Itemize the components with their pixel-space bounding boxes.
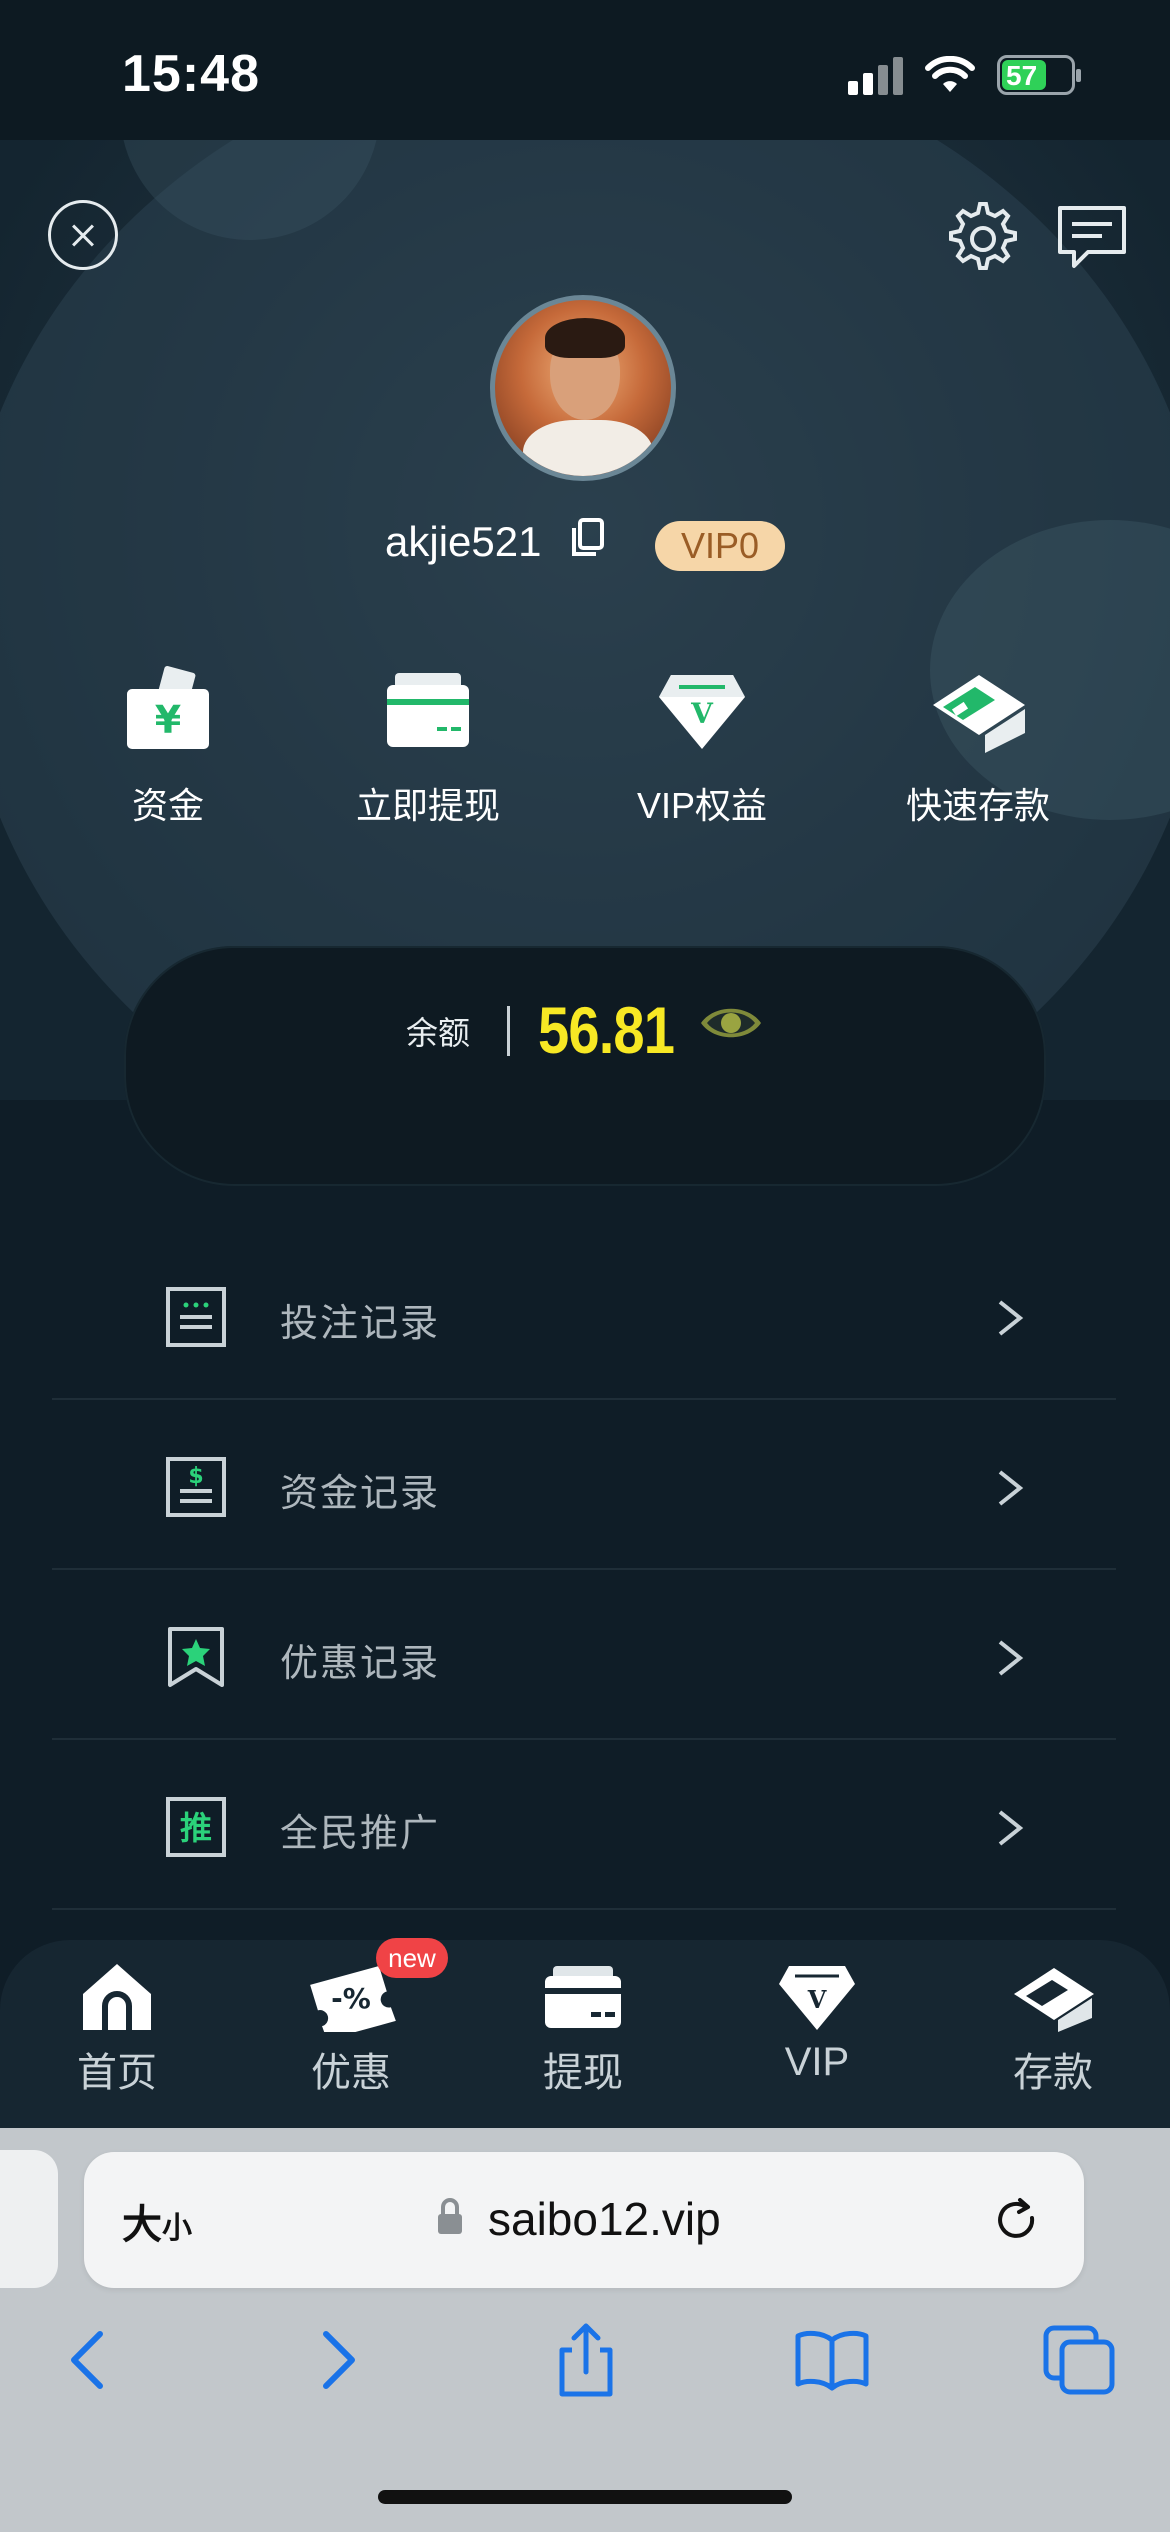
menu-item-label: 投注记录 — [280, 1303, 441, 1345]
promote-icon-text: 推 — [180, 1809, 212, 1847]
new-badge: new — [376, 1938, 448, 1978]
signal-icon — [848, 55, 903, 95]
settings-gear-icon[interactable] — [940, 196, 1020, 276]
quick-action-label: 立即提现 — [355, 785, 500, 826]
bottom-tab-bar: 首页 -% 优惠 提现 V VIP 存款 — [0, 1940, 1170, 2128]
quick-action-funds[interactable]: ¥ 资金 — [58, 665, 278, 829]
share-icon[interactable] — [546, 2320, 626, 2400]
home-indicator — [378, 2490, 792, 2504]
status-bar: 15:48 57 — [0, 0, 1170, 140]
chevron-right-icon — [998, 1300, 1024, 1336]
balance-label: 余额 — [406, 1015, 471, 1051]
menu-item-label: 全民推广 — [280, 1813, 441, 1855]
svg-text:V: V — [690, 697, 714, 730]
atm-icon — [1014, 1968, 1094, 2032]
quick-action-label: VIP权益 — [636, 785, 768, 826]
url-text[interactable]: saibo12.vip — [488, 2192, 721, 2246]
tab-home[interactable]: 首页 — [22, 1960, 212, 2098]
menu-item-label: 优惠记录 — [280, 1643, 441, 1685]
tab-vip[interactable]: V VIP — [722, 1960, 912, 2085]
bet-record-icon — [166, 1287, 226, 1347]
quick-action-deposit[interactable]: 快速存款 — [868, 665, 1088, 829]
text-size-button[interactable]: 大小 — [122, 2192, 192, 2250]
avatar[interactable] — [490, 295, 676, 481]
menu-item-label: 资金记录 — [280, 1473, 441, 1515]
eye-icon[interactable] — [698, 998, 764, 1048]
svg-text:¥: ¥ — [155, 698, 181, 742]
message-icon[interactable] — [1054, 200, 1130, 276]
svg-text:V: V — [807, 1985, 827, 2014]
tab-label: 优惠 — [311, 2051, 391, 2095]
username: akjie521 — [385, 518, 542, 565]
svg-text:-%: -% — [331, 1982, 371, 2015]
divider — [507, 1006, 510, 1056]
bookmark-star-icon — [168, 1627, 224, 1687]
svg-text:$: $ — [188, 1464, 203, 1489]
status-icons: 57 — [848, 55, 1081, 95]
balance-value: 56.81 — [538, 993, 675, 1067]
tab-label: 首页 — [77, 2051, 157, 2095]
diamond-icon: V — [779, 1966, 855, 2030]
menu-item-promo-record[interactable]: 优惠记录 — [52, 1570, 1116, 1740]
close-icon[interactable] — [48, 200, 118, 270]
copy-icon[interactable] — [568, 516, 608, 560]
quick-action-label: 资金 — [131, 785, 204, 826]
home-icon — [83, 1964, 151, 2030]
atm-deposit-icon — [933, 675, 1025, 753]
tabs-icon[interactable] — [1040, 2320, 1120, 2400]
diamond-vip-icon: V — [659, 675, 745, 749]
battery-level: 57 — [1006, 60, 1038, 91]
fund-record-icon: $ — [166, 1457, 226, 1517]
card-icon — [545, 1966, 621, 2028]
chevron-right-icon — [998, 1470, 1024, 1506]
account-menu: 投注记录 $ 资金记录 优惠记录 推 全民推广 — [52, 1230, 1116, 1910]
chevron-right-icon — [998, 1810, 1024, 1846]
quick-action-label: 快速存款 — [905, 785, 1050, 826]
lock-icon — [438, 2198, 462, 2234]
quick-action-withdraw[interactable]: 立即提现 — [318, 665, 538, 829]
quick-action-vip[interactable]: V VIP权益 — [592, 665, 812, 829]
menu-item-promotion[interactable]: 推 全民推广 — [52, 1740, 1116, 1910]
status-time: 15:48 — [122, 45, 260, 103]
balance-panel: 余额 56.81 — [124, 946, 1046, 1186]
tab-deposit[interactable]: 存款 — [958, 1960, 1148, 2098]
bookmarks-icon[interactable] — [792, 2320, 872, 2400]
reload-icon[interactable] — [992, 2196, 1042, 2246]
card-withdraw-icon — [387, 673, 469, 747]
tab-withdraw[interactable]: 提现 — [488, 1960, 678, 2098]
previous-tab-preview[interactable] — [0, 2150, 58, 2288]
chevron-right-icon — [998, 1640, 1024, 1676]
battery-icon: 57 — [997, 55, 1081, 95]
tab-label: VIP — [784, 2040, 850, 2084]
address-bar[interactable]: 大小 saibo12.vip — [84, 2152, 1084, 2288]
quick-actions: ¥ 资金 立即提现 V VIP权益 快速存款 — [0, 665, 1170, 835]
menu-item-fund-record[interactable]: $ 资金记录 — [52, 1400, 1116, 1570]
tab-promotions[interactable]: -% 优惠 — [256, 1960, 446, 2098]
forward-icon[interactable] — [298, 2320, 378, 2400]
tab-label: 存款 — [1013, 2051, 1093, 2095]
tab-label: 提现 — [543, 2051, 623, 2095]
vip-level-badge: VIP0 — [655, 521, 785, 571]
menu-item-bet-record[interactable]: 投注记录 — [52, 1230, 1116, 1400]
wallet-yuan-icon: ¥ — [127, 666, 209, 749]
wifi-icon — [925, 56, 975, 92]
back-icon[interactable] — [48, 2320, 128, 2400]
promote-icon: 推 — [166, 1797, 226, 1857]
